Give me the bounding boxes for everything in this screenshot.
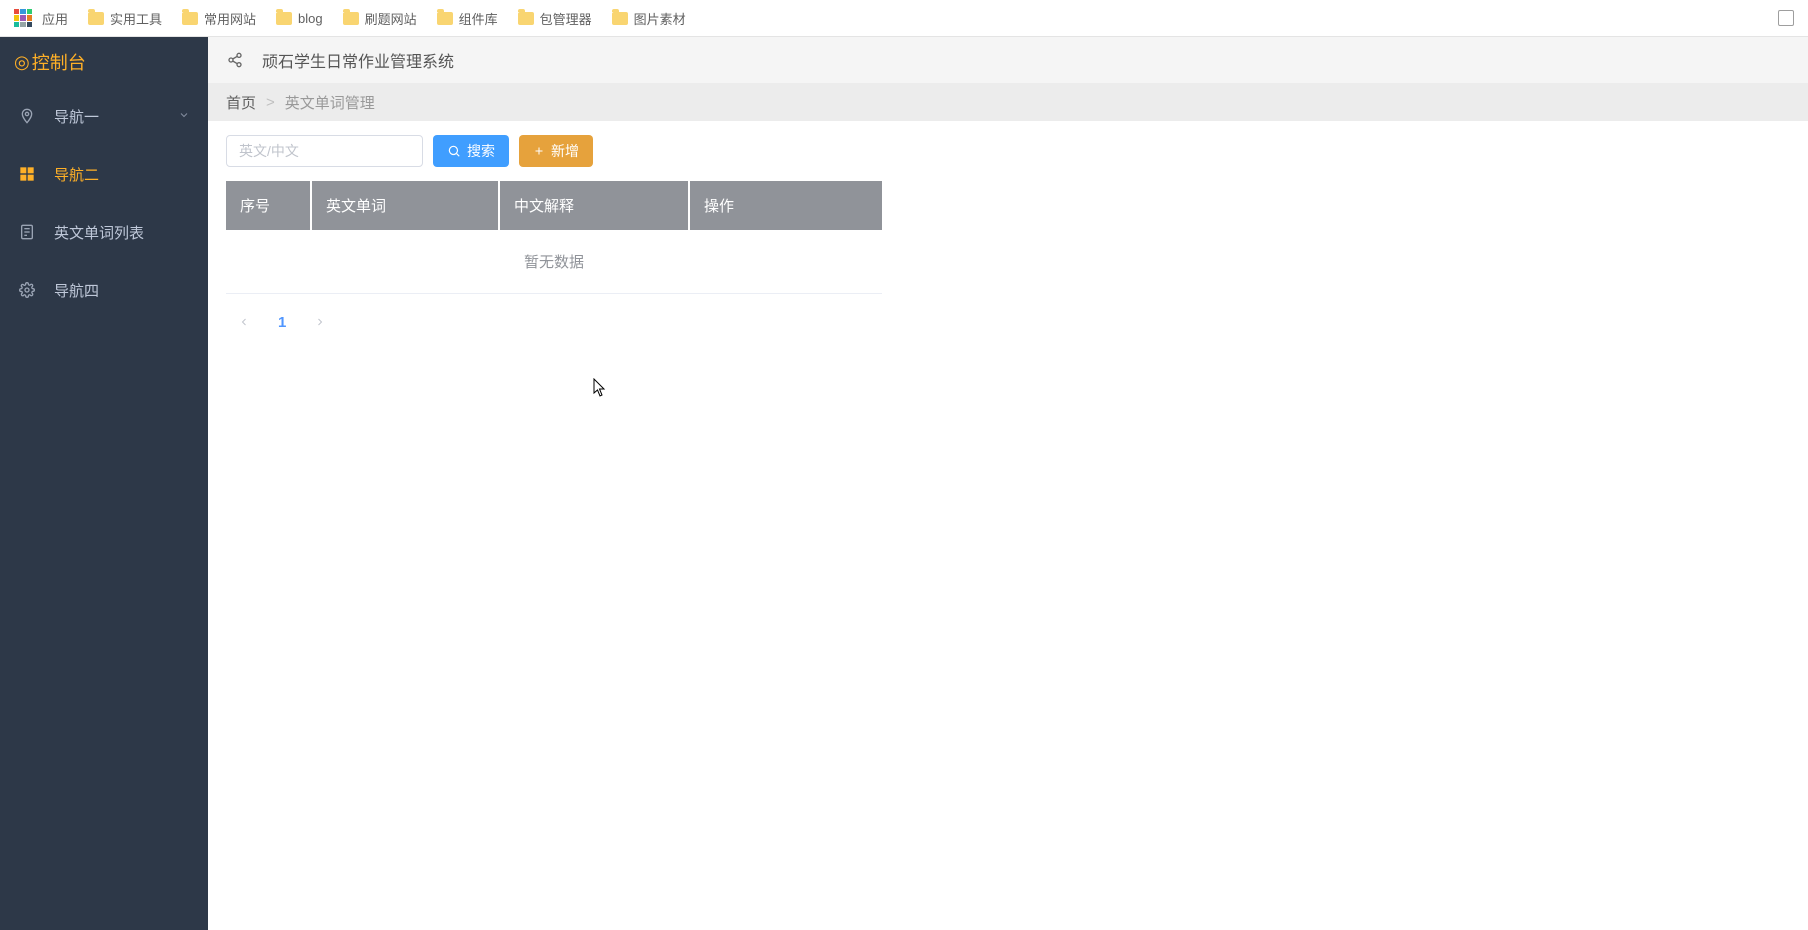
folder-icon (612, 12, 628, 25)
breadcrumb-current: 英文单词管理 (285, 92, 375, 113)
bookmark-apps-label: 应用 (42, 9, 68, 28)
search-icon (447, 144, 461, 158)
bookmark-item[interactable]: 组件库 (429, 5, 506, 32)
folder-icon (518, 12, 534, 25)
logo-icon: ◎ (14, 52, 30, 73)
main-area: 顽石学生日常作业管理系统 首页 > 英文单词管理 搜索 新增 (208, 37, 1808, 930)
sidebar-item-nav2[interactable]: 导航二 (0, 145, 208, 203)
bookmark-item[interactable]: 刷题网站 (335, 5, 425, 32)
topbar: 顽石学生日常作业管理系统 (208, 37, 1808, 83)
bookmark-label: 刷题网站 (365, 9, 417, 28)
menu-label: 英文单词列表 (54, 222, 144, 243)
controls-row: 搜索 新增 (226, 135, 1790, 167)
menu-label: 导航一 (54, 106, 99, 127)
content-area: 搜索 新增 序号 英文单词 中文解释 操作 (208, 121, 1808, 930)
folder-icon (343, 12, 359, 25)
sidebar-item-nav1[interactable]: 导航一 (0, 87, 208, 145)
empty-text: 暂无数据 (226, 230, 882, 294)
menu-label: 导航四 (54, 280, 99, 301)
bookmark-item[interactable]: 图片素材 (604, 5, 694, 32)
breadcrumb-home[interactable]: 首页 (226, 92, 256, 113)
overflow-icon (1778, 10, 1794, 26)
app-title: 顽石学生日常作业管理系统 (262, 48, 454, 72)
bookmark-label: 常用网站 (204, 9, 256, 28)
bookmark-item[interactable]: 包管理器 (510, 5, 600, 32)
bookmark-label: 包管理器 (540, 9, 592, 28)
breadcrumb-sep: > (266, 94, 275, 111)
sidebar-item-wordlist[interactable]: 英文单词列表 (0, 203, 208, 261)
bookmark-item[interactable]: 常用网站 (174, 5, 264, 32)
bookmark-apps[interactable]: 应用 (6, 5, 76, 32)
document-icon (18, 223, 36, 241)
plus-icon (533, 145, 545, 157)
bookmark-item[interactable]: 实用工具 (80, 5, 170, 32)
location-icon (18, 107, 36, 125)
bookmark-label: 组件库 (459, 9, 498, 28)
apps-grid-icon (14, 9, 32, 27)
app-shell: ◎控制台 导航一 导航二 英文单词列表 导航四 顽石学生日常作业管理系统 首页 … (0, 37, 1808, 930)
pagination: 1 (226, 294, 1790, 350)
menu-label: 导航二 (54, 164, 99, 185)
gear-icon (18, 281, 36, 299)
bookmark-label: 图片素材 (634, 9, 686, 28)
add-button-label: 新增 (551, 141, 579, 161)
folder-icon (276, 12, 292, 25)
search-input[interactable] (226, 135, 423, 167)
bookmark-label: 实用工具 (110, 9, 162, 28)
sidebar-header-label: 控制台 (32, 49, 86, 75)
sidebar-item-nav4[interactable]: 导航四 (0, 261, 208, 319)
folder-icon (182, 12, 198, 25)
breadcrumb: 首页 > 英文单词管理 (208, 83, 1808, 121)
bookmark-overflow[interactable] (1770, 6, 1802, 30)
table-header-row: 序号 英文单词 中文解释 操作 (226, 181, 882, 230)
folder-icon (437, 12, 453, 25)
page-next-button[interactable] (308, 310, 332, 334)
col-action: 操作 (690, 181, 882, 230)
folder-icon (88, 12, 104, 25)
col-english: 英文单词 (312, 181, 500, 230)
data-table: 序号 英文单词 中文解释 操作 暂无数据 (226, 181, 882, 294)
col-seq: 序号 (226, 181, 312, 230)
page-number[interactable]: 1 (278, 314, 286, 331)
page-prev-button[interactable] (232, 310, 256, 334)
empty-row: 暂无数据 (226, 230, 882, 294)
search-button[interactable]: 搜索 (433, 135, 509, 167)
col-chinese: 中文解释 (500, 181, 690, 230)
sidebar-header: ◎控制台 (0, 37, 208, 87)
browser-bookmark-bar: 应用 实用工具 常用网站 blog 刷题网站 组件库 包管理器 图片素材 (0, 0, 1808, 37)
grid-icon (18, 165, 36, 183)
bookmark-item[interactable]: blog (268, 7, 331, 30)
search-button-label: 搜索 (467, 141, 495, 161)
add-button[interactable]: 新增 (519, 135, 593, 167)
share-icon[interactable] (226, 51, 244, 69)
sidebar: ◎控制台 导航一 导航二 英文单词列表 导航四 (0, 37, 208, 930)
chevron-down-icon (178, 108, 190, 125)
bookmark-label: blog (298, 11, 323, 26)
